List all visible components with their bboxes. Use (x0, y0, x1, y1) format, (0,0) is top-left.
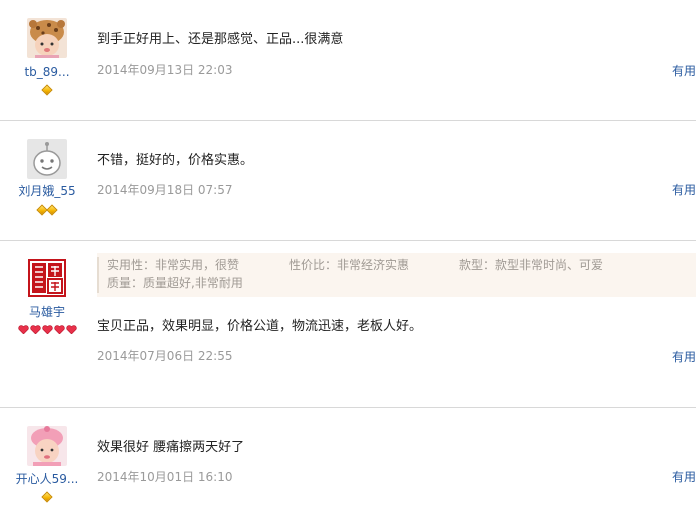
review-item: 开心人59... 效果很好 腰痛擦两天好了 2014年10月01日 16:10 … (0, 408, 696, 505)
review-text: 不错，挺好的，价格实惠。 (97, 153, 254, 168)
review-item: 马雄宇 实用性：非常实用，很赞 性价比：非常经济实惠 款型：款型非常时尚、可爱 … (0, 241, 696, 407)
review-text: 效果很好 腰痛擦两天好了 (97, 440, 245, 455)
review-date: 2014年07月06日 22:55 (97, 349, 233, 363)
tag-style: 款型：款型非常时尚、可爱 (459, 258, 604, 272)
review-text: 到手正好用上、还是那感觉、正品...很满意 (97, 32, 344, 47)
review-item: 刘月娥_55 不错，挺好的，价格实惠。 2014年09月18日 07:57 有用 (0, 121, 696, 240)
diamond-icon (41, 491, 53, 503)
heart-icon (65, 325, 77, 334)
diamond-icon (46, 204, 58, 216)
heart-icon (41, 325, 53, 334)
tags-bar (97, 257, 99, 293)
tag-quality: 质量：质量超好,非常耐用 (107, 276, 243, 290)
heart-icon (53, 325, 65, 334)
user-avatar[interactable] (27, 426, 67, 466)
useful-button[interactable]: 有用 (672, 64, 696, 78)
useful-button[interactable]: 有用 (672, 350, 696, 364)
review-tags: 实用性：非常实用，很赞 性价比：非常经济实惠 款型：款型非常时尚、可爱 质量：质… (97, 253, 696, 297)
user-name[interactable]: tb_89... (0, 65, 94, 79)
user-avatar[interactable] (27, 258, 67, 298)
user-name[interactable]: 马雄宇 (0, 305, 94, 319)
user-avatar[interactable] (27, 18, 67, 58)
useful-button[interactable]: 有用 (672, 470, 696, 484)
user-level-badge (0, 204, 94, 216)
user-level-badge (0, 84, 94, 96)
heart-icon (29, 325, 41, 334)
review-date: 2014年10月01日 16:10 (97, 470, 233, 484)
user-avatar[interactable] (27, 139, 67, 179)
user-name[interactable]: 开心人59... (0, 472, 94, 486)
user-level-badge (0, 324, 94, 334)
review-date: 2014年09月18日 07:57 (97, 183, 233, 197)
tag-usability: 实用性：非常实用，很赞 (107, 258, 240, 272)
heart-icon (17, 325, 29, 334)
user-level-badge (0, 491, 94, 503)
review-text: 宝贝正品，效果明显，价格公道，物流迅速，老板人好。 (97, 319, 423, 334)
review-date: 2014年09月13日 22:03 (97, 63, 233, 77)
useful-button[interactable]: 有用 (672, 183, 696, 197)
tag-value: 性价比：非常经济实惠 (289, 258, 410, 272)
user-name[interactable]: 刘月娥_55 (0, 184, 94, 198)
diamond-icon (41, 84, 53, 96)
review-item: tb_89... 到手正好用上、还是那感觉、正品...很满意 2014年09月1… (0, 0, 696, 120)
